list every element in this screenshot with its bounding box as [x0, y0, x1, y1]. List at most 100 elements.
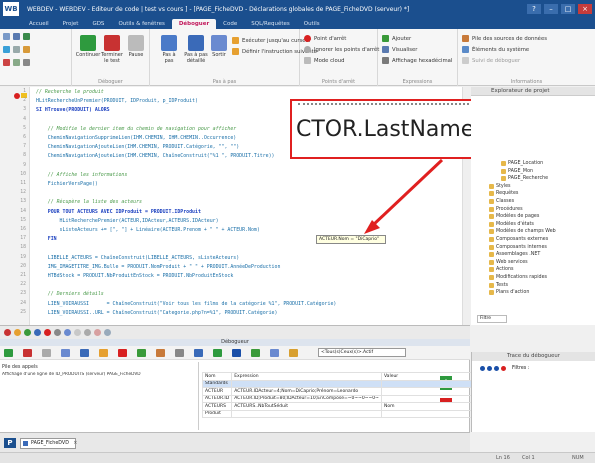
col-name[interactable]: Nom	[201, 372, 233, 381]
explorer-item[interactable]: Plans d'action	[489, 290, 529, 296]
call-stack-line[interactable]: Affichage d'une ligne de ID_PRODUITS (se…	[2, 372, 194, 377]
close-icon[interactable]: ×	[578, 4, 592, 14]
dot-icon[interactable]	[494, 366, 499, 371]
code-line[interactable]: // Recherche le produit	[36, 89, 104, 95]
debugger-tool-icon[interactable]	[251, 349, 260, 357]
explorer-item[interactable]: Modèles d'états	[489, 221, 534, 227]
explorer-item[interactable]: Web services	[489, 259, 528, 265]
debugger-tool-icon[interactable]	[289, 349, 298, 357]
add-expression-button[interactable]: Ajouter	[382, 35, 411, 42]
explorer-item[interactable]: PAGE_Recherche	[501, 176, 548, 182]
minimize-icon[interactable]: –	[544, 4, 558, 14]
code-line[interactable]: LIBELLE_ACTEURS = ChaîneConstruit(LIBELL…	[36, 255, 239, 261]
explorer-filter-input[interactable]: Filtre	[477, 315, 507, 323]
debugger-tool-icon[interactable]	[99, 349, 108, 357]
explorer-item[interactable]: Classes	[489, 199, 514, 204]
code-line[interactable]: // Récupère la liste des acteurs	[36, 199, 142, 205]
save-icon[interactable]	[23, 33, 30, 40]
debug-tool-icon[interactable]	[64, 329, 71, 336]
view-expression-button[interactable]: Visualiser	[382, 46, 417, 53]
debugger-tool-icon[interactable]	[23, 349, 32, 357]
explorer-item[interactable]: Modèles de champs Web	[489, 229, 556, 235]
dot-icon[interactable]	[487, 366, 492, 371]
debug-tool-icon[interactable]	[4, 329, 11, 336]
debug-tool-icon[interactable]	[74, 329, 81, 336]
debug-tool-icon[interactable]	[104, 329, 111, 336]
step-into-button[interactable]: Pas à pas détaillé	[184, 35, 208, 64]
maximize-icon[interactable]: □	[561, 4, 575, 14]
file-tab[interactable]: PAGE_FicheDVD ×	[20, 438, 77, 449]
tab-project[interactable]: Projet	[56, 19, 86, 29]
new-icon[interactable]	[3, 33, 10, 40]
code-line[interactable]: FichierVersPage()	[36, 181, 98, 187]
redo-icon[interactable]	[23, 59, 30, 66]
ignore-breakpoints-button[interactable]: Ignorer les points d'arrêt	[304, 46, 379, 53]
tab-scm[interactable]: GDS	[85, 19, 111, 29]
explorer-item[interactable]: Assemblages .NET	[489, 252, 540, 258]
debugger-tool-icon[interactable]	[80, 349, 89, 357]
explorer-item[interactable]: Styles	[489, 183, 511, 189]
hex-display-button[interactable]: Affichage hexadécimal	[382, 57, 452, 64]
tab-tools[interactable]: Outils	[297, 19, 327, 29]
explorer-item[interactable]: PAGE_Mon	[501, 168, 533, 174]
debug-tool-icon[interactable]	[34, 329, 41, 336]
code-line[interactable]: CheminNavigationSupprimeLien(IHM.CHEMIN,…	[36, 135, 236, 141]
code-line[interactable]: // Modifie le dernier item du chemin de …	[36, 126, 236, 132]
code-line[interactable]: // Derniers détails	[36, 291, 104, 297]
code-line[interactable]: HLitRecherchePremier(ACTEUR,IDActeur,ACT…	[36, 218, 219, 224]
code-line[interactable]: FIN	[36, 236, 57, 242]
debug-tool-icon[interactable]	[14, 329, 21, 336]
system-elements-button[interactable]: Éléments du système	[462, 46, 529, 53]
explorer-item[interactable]: Modèles de pages	[489, 214, 539, 220]
tab-code[interactable]: Code	[216, 19, 244, 29]
step-out-button[interactable]: Sortir	[210, 35, 228, 59]
help-icon[interactable]: ?	[527, 4, 541, 14]
trace-button[interactable]: Suivi de déboguer	[462, 57, 520, 64]
step-over-button[interactable]: Pas à pas	[158, 35, 180, 64]
debugger-tool-icon[interactable]	[42, 349, 51, 357]
debug-tool-icon[interactable]	[24, 329, 31, 336]
explorer-item[interactable]: Composants internes	[489, 244, 547, 250]
code-line[interactable]: SI HTrouve(PRODUIT) ALORS	[36, 107, 110, 113]
tab-tools-windows[interactable]: Outils & fenêtres	[111, 19, 171, 29]
tab-sql[interactable]: SQL/Requêtes	[244, 19, 296, 29]
col-expression[interactable]: Expression	[231, 372, 382, 381]
open-icon[interactable]	[13, 33, 20, 40]
dot-icon[interactable]	[480, 366, 485, 371]
debug-tool-icon[interactable]	[44, 329, 51, 336]
debugger-tool-icon[interactable]	[232, 349, 241, 357]
code-line[interactable]: LIEN_VOIRAUSSI = ChaîneConstruit("Voir t…	[36, 301, 337, 307]
code-line[interactable]: IMG_IMAGETITRE_IMG.Bulle = PRODUIT.NomPr…	[36, 264, 281, 270]
continue-button[interactable]: Continuer	[76, 35, 100, 59]
go-icon[interactable]	[3, 46, 10, 53]
explorer-item[interactable]: Requêtes	[489, 191, 518, 197]
debugger-tool-icon[interactable]	[4, 349, 13, 357]
debugger-tool-icon[interactable]	[156, 349, 165, 357]
splitter[interactable]	[198, 362, 199, 430]
tab-home[interactable]: Accueil	[22, 19, 56, 29]
file-tab-close-icon[interactable]: ×	[73, 441, 77, 446]
explorer-item[interactable]: Composants externes	[489, 237, 548, 242]
explorer-item[interactable]: Actions	[489, 267, 514, 273]
code-line[interactable]: HTBdStock = PRODUIT.NbProduitEnStock = P…	[36, 273, 234, 279]
code-line[interactable]: CheminNavigationAjouteLien(IHM.CHEMIN, P…	[36, 144, 239, 150]
code-line[interactable]: sListeActeurs += [", "] + Linéaire(ACTEU…	[36, 227, 260, 233]
pause-button[interactable]: Pause	[126, 35, 146, 59]
explorer-item[interactable]: Tests	[489, 282, 508, 288]
context-combo[interactable]: <Tous(s)Ceux(s)>.Actif	[318, 348, 406, 357]
cloud-mode-button[interactable]: Mode cloud	[304, 57, 344, 64]
code-line[interactable]: HLitRechercheUnPremier(PRODUIT, IDProdui…	[36, 98, 198, 104]
end-test-button[interactable]: Terminer le test	[100, 35, 124, 64]
explorer-item[interactable]: Procédures	[489, 206, 523, 212]
debugger-tool-icon[interactable]	[175, 349, 184, 357]
stop-icon[interactable]	[3, 59, 10, 66]
app-logo-icon[interactable]: WB	[3, 2, 19, 16]
code-line[interactable]: POUR TOUT ACTEURS AVEC IDProduit = PRODU…	[36, 209, 201, 215]
undo-icon[interactable]	[13, 59, 20, 66]
explorer-item[interactable]: PAGE_Location	[501, 161, 543, 166]
code-line[interactable]: // Affiche les informations	[36, 172, 128, 178]
tab-debug[interactable]: Déboguer	[171, 19, 217, 29]
code-line[interactable]: LIEN_VOIRAUSSI..URL = ChaîneConstruit("C…	[36, 310, 278, 316]
debugger-tool-icon[interactable]	[270, 349, 279, 357]
debug-tool-icon[interactable]	[94, 329, 101, 336]
